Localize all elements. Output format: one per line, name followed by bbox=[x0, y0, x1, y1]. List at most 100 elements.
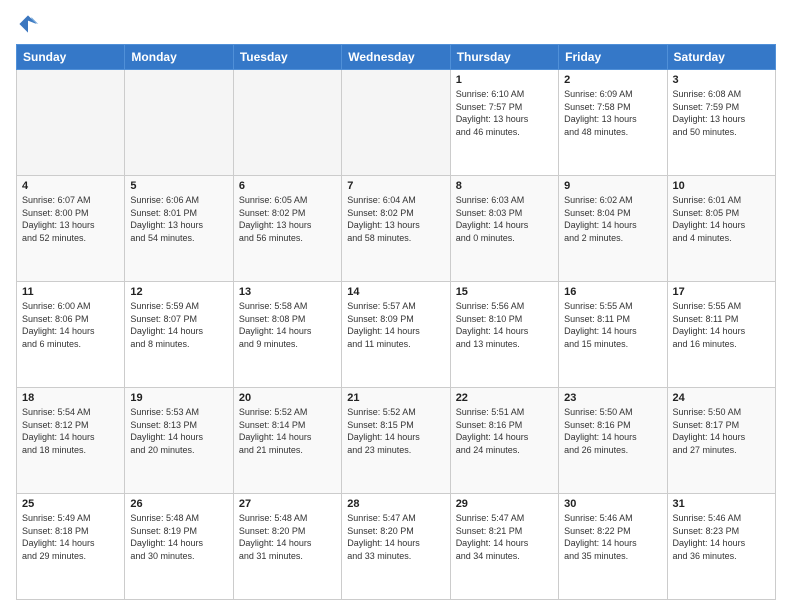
calendar-cell: 19 Sunrise: 5:53 AM Sunset: 8:13 PM Dayli… bbox=[125, 388, 233, 494]
day-info: Sunrise: 5:59 AM Sunset: 8:07 PM Dayligh… bbox=[130, 300, 227, 350]
day-info: Sunrise: 6:01 AM Sunset: 8:05 PM Dayligh… bbox=[673, 194, 770, 244]
day-info: Sunrise: 5:50 AM Sunset: 8:17 PM Dayligh… bbox=[673, 406, 770, 456]
weekday-header-thursday: Thursday bbox=[450, 45, 558, 70]
day-info: Sunrise: 5:55 AM Sunset: 8:11 PM Dayligh… bbox=[564, 300, 661, 350]
calendar-cell: 9 Sunrise: 6:02 AM Sunset: 8:04 PM Daylig… bbox=[559, 176, 667, 282]
calendar-cell: 24 Sunrise: 5:50 AM Sunset: 8:17 PM Dayli… bbox=[667, 388, 775, 494]
day-number: 5 bbox=[130, 180, 227, 192]
day-info: Sunrise: 6:06 AM Sunset: 8:01 PM Dayligh… bbox=[130, 194, 227, 244]
calendar-cell: 11 Sunrise: 6:00 AM Sunset: 8:06 PM Dayli… bbox=[17, 282, 125, 388]
day-number: 3 bbox=[673, 74, 770, 86]
calendar-cell: 4 Sunrise: 6:07 AM Sunset: 8:00 PM Daylig… bbox=[17, 176, 125, 282]
day-number: 6 bbox=[239, 180, 336, 192]
day-number: 19 bbox=[130, 392, 227, 404]
calendar-cell: 23Sunrise: 5:50 AM Sunset: 8:16 PM Dayli… bbox=[559, 388, 667, 494]
page: SundayMondayTuesdayWednesdayThursdayFrid… bbox=[0, 0, 792, 612]
calendar-cell bbox=[342, 70, 450, 176]
day-number: 13 bbox=[239, 286, 336, 298]
day-number: 11 bbox=[22, 286, 119, 298]
day-info: Sunrise: 5:47 AM Sunset: 8:20 PM Dayligh… bbox=[347, 512, 444, 562]
day-info: Sunrise: 6:08 AM Sunset: 7:59 PM Dayligh… bbox=[673, 88, 770, 138]
weekday-header-saturday: Saturday bbox=[667, 45, 775, 70]
calendar-cell: 2 Sunrise: 6:09 AM Sunset: 7:58 PM Daylig… bbox=[559, 70, 667, 176]
day-info: Sunrise: 5:56 AM Sunset: 8:10 PM Dayligh… bbox=[456, 300, 553, 350]
day-number: 14 bbox=[347, 286, 444, 298]
day-info: Sunrise: 6:07 AM Sunset: 8:00 PM Dayligh… bbox=[22, 194, 119, 244]
day-info: Sunrise: 6:10 AM Sunset: 7:57 PM Dayligh… bbox=[456, 88, 553, 138]
calendar-cell: 8 Sunrise: 6:03 AM Sunset: 8:03 PM Daylig… bbox=[450, 176, 558, 282]
day-number: 4 bbox=[22, 180, 119, 192]
day-info: Sunrise: 5:58 AM Sunset: 8:08 PM Dayligh… bbox=[239, 300, 336, 350]
day-number: 31 bbox=[673, 498, 770, 510]
calendar-cell: 27 Sunrise: 5:48 AM Sunset: 8:20 PM Dayli… bbox=[233, 494, 341, 600]
calendar-cell: 28 Sunrise: 5:47 AM Sunset: 8:20 PM Dayli… bbox=[342, 494, 450, 600]
day-info: Sunrise: 5:48 AM Sunset: 8:19 PM Dayligh… bbox=[130, 512, 227, 562]
week-row-4: 18 Sunrise: 5:54 AM Sunset: 8:12 PM Dayli… bbox=[17, 388, 776, 494]
day-number: 7 bbox=[347, 180, 444, 192]
day-number: 10 bbox=[673, 180, 770, 192]
calendar-cell: 22 Sunrise: 5:51 AM Sunset: 8:16 PM Dayli… bbox=[450, 388, 558, 494]
day-number: 30 bbox=[564, 498, 661, 510]
day-number: 29 bbox=[456, 498, 553, 510]
header bbox=[16, 12, 776, 36]
day-info: Sunrise: 5:57 AM Sunset: 8:09 PM Dayligh… bbox=[347, 300, 444, 350]
day-number: 24 bbox=[673, 392, 770, 404]
weekday-header-sunday: Sunday bbox=[17, 45, 125, 70]
calendar-cell: 25Sunrise: 5:49 AM Sunset: 8:18 PM Dayli… bbox=[17, 494, 125, 600]
day-number: 16 bbox=[564, 286, 661, 298]
day-info: Sunrise: 6:02 AM Sunset: 8:04 PM Dayligh… bbox=[564, 194, 661, 244]
day-number: 17 bbox=[673, 286, 770, 298]
day-info: Sunrise: 6:00 AM Sunset: 8:06 PM Dayligh… bbox=[22, 300, 119, 350]
day-number: 22 bbox=[456, 392, 553, 404]
calendar-cell: 16 Sunrise: 5:55 AM Sunset: 8:11 PM Dayli… bbox=[559, 282, 667, 388]
day-info: Sunrise: 6:05 AM Sunset: 8:02 PM Dayligh… bbox=[239, 194, 336, 244]
logo-icon bbox=[16, 12, 40, 36]
day-info: Sunrise: 5:53 AM Sunset: 8:13 PM Dayligh… bbox=[130, 406, 227, 456]
logo bbox=[16, 12, 44, 36]
week-row-2: 4 Sunrise: 6:07 AM Sunset: 8:00 PM Daylig… bbox=[17, 176, 776, 282]
calendar-cell: 31Sunrise: 5:46 AM Sunset: 8:23 PM Dayli… bbox=[667, 494, 775, 600]
calendar-cell: 6 Sunrise: 6:05 AM Sunset: 8:02 PM Daylig… bbox=[233, 176, 341, 282]
day-number: 18 bbox=[22, 392, 119, 404]
calendar-cell: 12 Sunrise: 5:59 AM Sunset: 8:07 PM Dayli… bbox=[125, 282, 233, 388]
weekday-header-friday: Friday bbox=[559, 45, 667, 70]
calendar-cell: 15 Sunrise: 5:56 AM Sunset: 8:10 PM Dayli… bbox=[450, 282, 558, 388]
calendar-cell: 1Sunrise: 6:10 AM Sunset: 7:57 PM Daylig… bbox=[450, 70, 558, 176]
day-number: 9 bbox=[564, 180, 661, 192]
weekday-header-monday: Monday bbox=[125, 45, 233, 70]
day-number: 27 bbox=[239, 498, 336, 510]
day-number: 12 bbox=[130, 286, 227, 298]
calendar-cell: 29 Sunrise: 5:47 AM Sunset: 8:21 PM Dayli… bbox=[450, 494, 558, 600]
weekday-header-wednesday: Wednesday bbox=[342, 45, 450, 70]
calendar-cell: 7Sunrise: 6:04 AM Sunset: 8:02 PM Daylig… bbox=[342, 176, 450, 282]
week-row-5: 25Sunrise: 5:49 AM Sunset: 8:18 PM Dayli… bbox=[17, 494, 776, 600]
day-info: Sunrise: 6:03 AM Sunset: 8:03 PM Dayligh… bbox=[456, 194, 553, 244]
day-number: 2 bbox=[564, 74, 661, 86]
calendar-cell: 14 Sunrise: 5:57 AM Sunset: 8:09 PM Dayli… bbox=[342, 282, 450, 388]
day-number: 21 bbox=[347, 392, 444, 404]
day-info: Sunrise: 5:52 AM Sunset: 8:15 PM Dayligh… bbox=[347, 406, 444, 456]
day-info: Sunrise: 5:54 AM Sunset: 8:12 PM Dayligh… bbox=[22, 406, 119, 456]
week-row-3: 11 Sunrise: 6:00 AM Sunset: 8:06 PM Dayli… bbox=[17, 282, 776, 388]
calendar-cell: 10 Sunrise: 6:01 AM Sunset: 8:05 PM Dayli… bbox=[667, 176, 775, 282]
weekday-header-tuesday: Tuesday bbox=[233, 45, 341, 70]
day-number: 15 bbox=[456, 286, 553, 298]
day-info: Sunrise: 5:47 AM Sunset: 8:21 PM Dayligh… bbox=[456, 512, 553, 562]
calendar-cell: 3 Sunrise: 6:08 AM Sunset: 7:59 PM Daylig… bbox=[667, 70, 775, 176]
calendar-cell: 13 Sunrise: 5:58 AM Sunset: 8:08 PM Dayli… bbox=[233, 282, 341, 388]
day-number: 8 bbox=[456, 180, 553, 192]
day-info: Sunrise: 5:52 AM Sunset: 8:14 PM Dayligh… bbox=[239, 406, 336, 456]
day-info: Sunrise: 5:48 AM Sunset: 8:20 PM Dayligh… bbox=[239, 512, 336, 562]
day-info: Sunrise: 5:50 AM Sunset: 8:16 PM Dayligh… bbox=[564, 406, 661, 456]
day-number: 28 bbox=[347, 498, 444, 510]
day-info: Sunrise: 5:51 AM Sunset: 8:16 PM Dayligh… bbox=[456, 406, 553, 456]
calendar-table: SundayMondayTuesdayWednesdayThursdayFrid… bbox=[16, 44, 776, 600]
calendar-cell bbox=[233, 70, 341, 176]
day-info: Sunrise: 6:09 AM Sunset: 7:58 PM Dayligh… bbox=[564, 88, 661, 138]
calendar-cell: 18 Sunrise: 5:54 AM Sunset: 8:12 PM Dayli… bbox=[17, 388, 125, 494]
calendar-cell: 26Sunrise: 5:48 AM Sunset: 8:19 PM Dayli… bbox=[125, 494, 233, 600]
day-info: Sunrise: 5:46 AM Sunset: 8:22 PM Dayligh… bbox=[564, 512, 661, 562]
day-number: 20 bbox=[239, 392, 336, 404]
day-info: Sunrise: 5:55 AM Sunset: 8:11 PM Dayligh… bbox=[673, 300, 770, 350]
calendar-cell: 20 Sunrise: 5:52 AM Sunset: 8:14 PM Dayli… bbox=[233, 388, 341, 494]
